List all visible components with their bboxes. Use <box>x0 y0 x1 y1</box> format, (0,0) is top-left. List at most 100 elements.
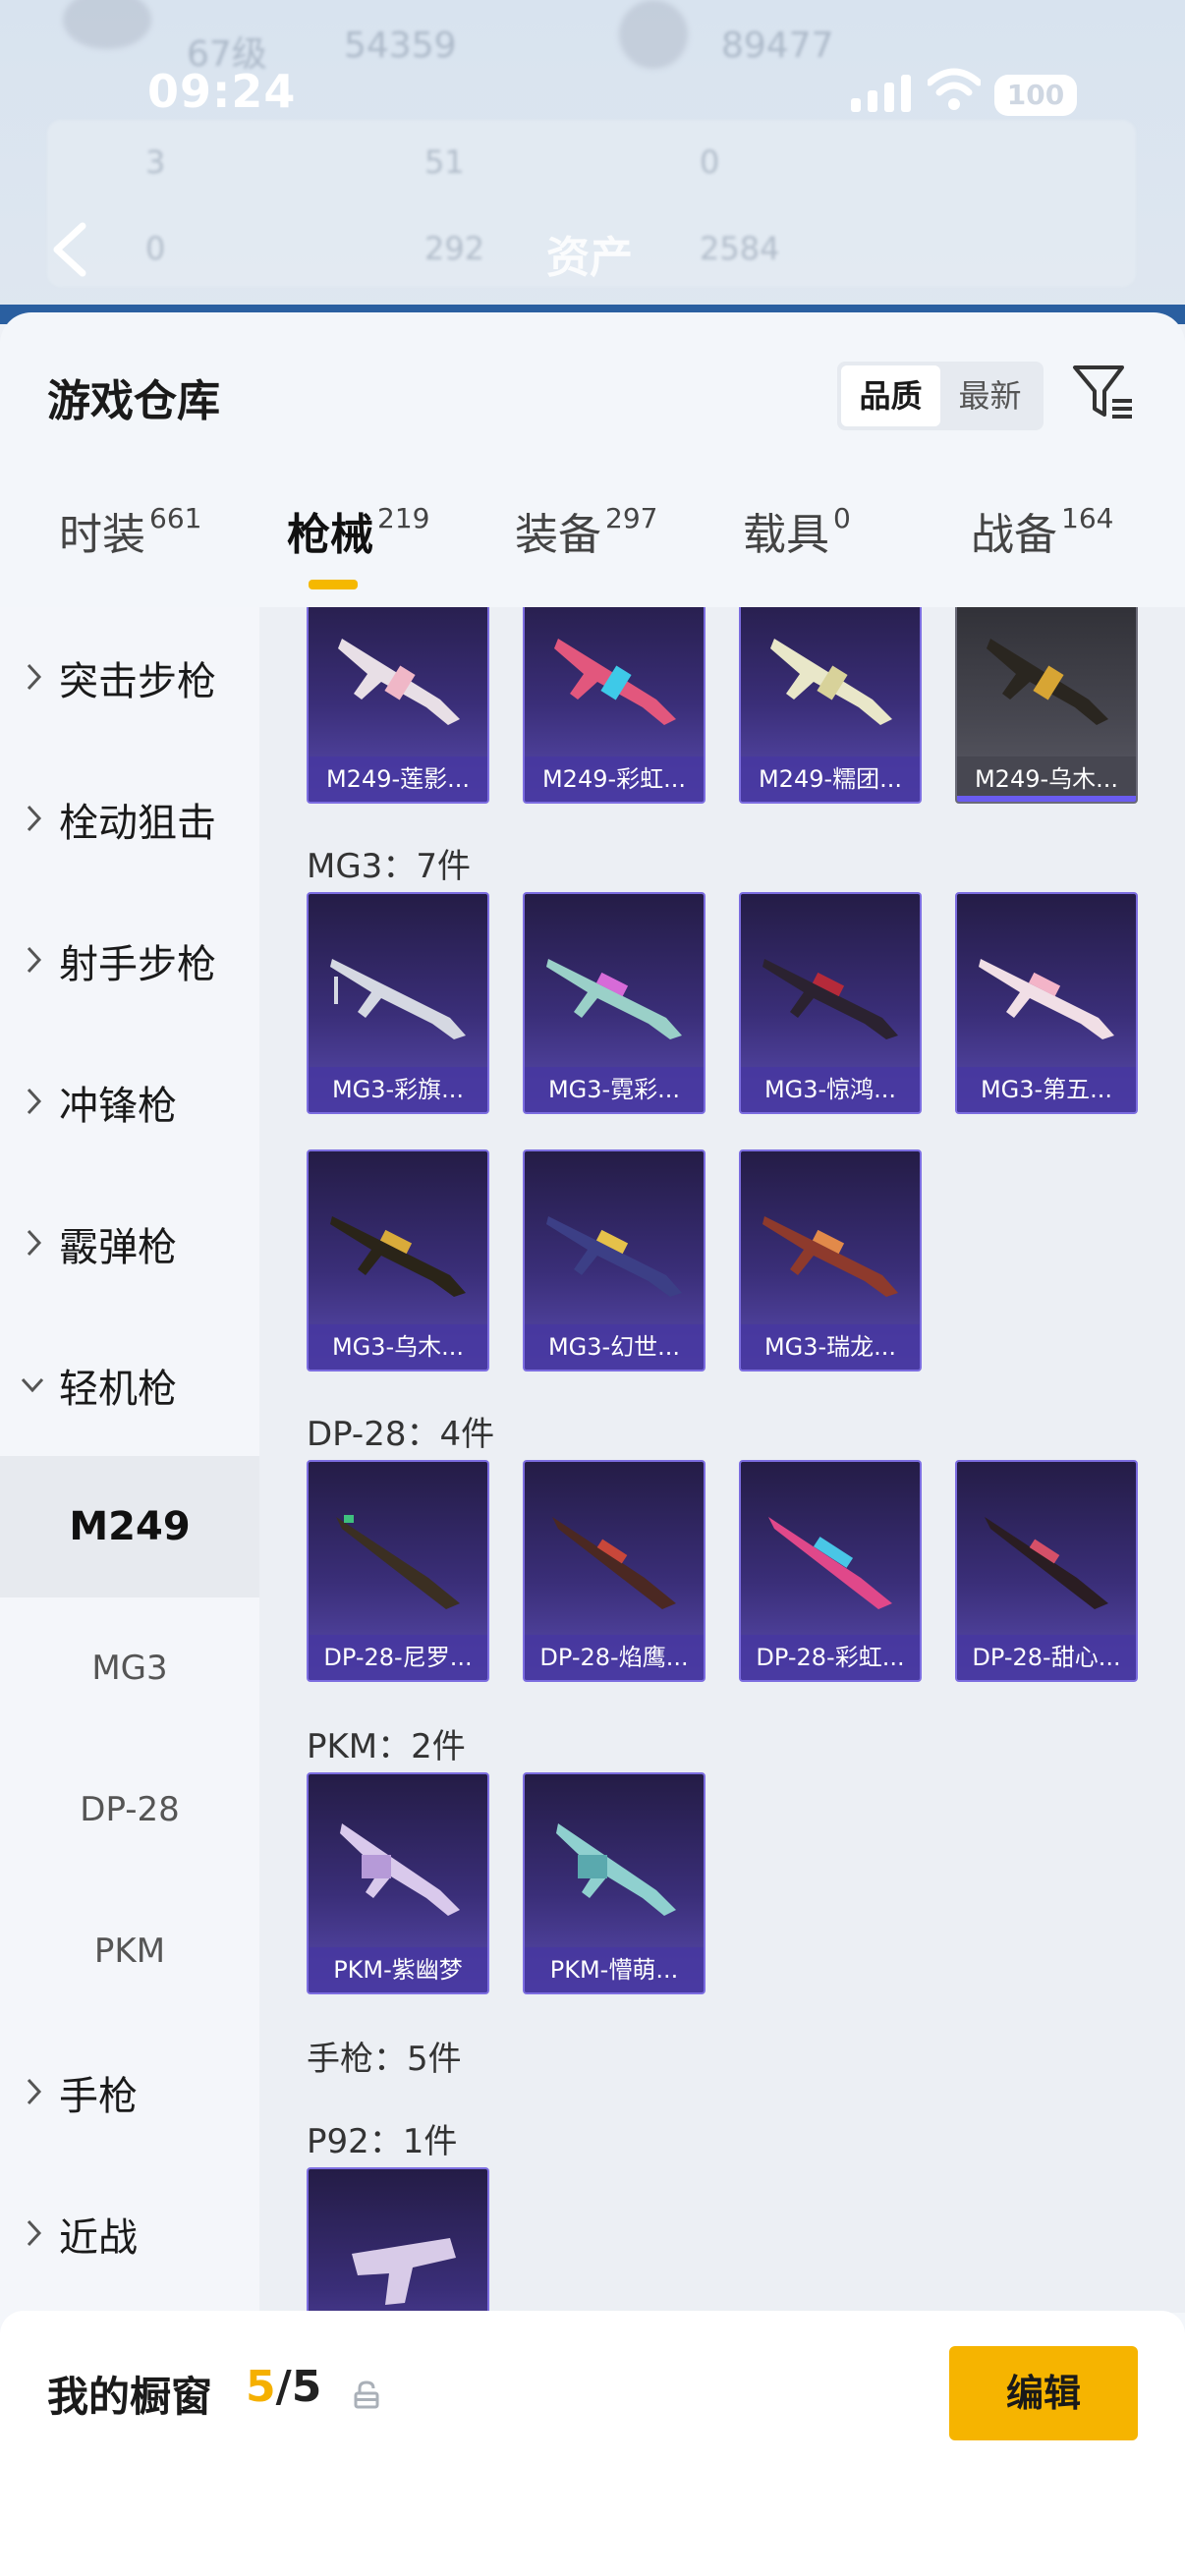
sidebar-item-assault-rifle[interactable]: 突击步枪 <box>0 607 259 749</box>
tab-equipment[interactable]: 装备 297 <box>515 499 657 562</box>
trophy-ghost <box>619 0 688 69</box>
stat-value: 3 <box>145 143 166 181</box>
lmg-icon <box>556 1823 676 1916</box>
skin-card[interactable]: MG3-幻世... <box>523 1149 705 1372</box>
sidebar-item-pistol[interactable]: 手枪 <box>0 2022 259 2163</box>
skin-name: MG3-彩旗... <box>309 1067 487 1112</box>
skin-card[interactable]: PKM-紫幽梦 <box>307 1772 489 1994</box>
sidebar-item-marksman-rifle[interactable]: 射手步枪 <box>0 890 259 1032</box>
section-header-dp28: DP-28：4件 <box>307 1415 495 1454</box>
lock-icon <box>354 2380 379 2409</box>
skin-name: DP-28-甜心... <box>957 1635 1136 1680</box>
skin-card[interactable]: PKM-懵萌... <box>523 1772 705 1994</box>
sort-latest-button[interactable]: 最新 <box>940 365 1040 426</box>
skin-card[interactable]: DP-28-彩虹... <box>739 1460 922 1682</box>
sidebar-item-shotgun[interactable]: 霰弹枪 <box>0 1173 259 1315</box>
sidebar-sub-m249[interactable]: M249 <box>0 1456 259 1597</box>
avatar-ghost <box>63 0 151 49</box>
tab-vehicles[interactable]: 载具 0 <box>743 499 851 562</box>
sidebar-item-lmg[interactable]: 轻机枪 <box>0 1315 259 1456</box>
page-title: 游戏仓库 <box>47 376 220 426</box>
sidebar-item-label: 冲锋枪 <box>59 1084 177 1129</box>
section-header-pistol: 手枪：5件 <box>307 2040 462 2079</box>
sidebar-sub-mg3[interactable]: MG3 <box>0 1597 259 1739</box>
active-tab-indicator <box>309 580 358 589</box>
skin-card[interactable] <box>307 2167 489 2313</box>
skin-card[interactable]: MG3-彩旗... <box>307 892 489 1114</box>
sidebar-item-melee[interactable]: 近战 <box>0 2163 259 2305</box>
lmg-icon <box>546 959 682 1039</box>
stat-value: 0 <box>700 143 720 181</box>
sort-toggle: 品质 最新 <box>837 362 1044 430</box>
skin-card[interactable]: M249-糯团... <box>739 607 922 804</box>
skin-card[interactable]: DP-28-焰鹰... <box>523 1460 705 1682</box>
showcase-bar: 我的橱窗 5/5 编辑 <box>0 2311 1185 2576</box>
tab-firearms[interactable]: 枪械 219 <box>287 499 429 562</box>
sort-quality-button[interactable]: 品质 <box>841 365 940 426</box>
sidebar-item-label: 轻机枪 <box>59 1367 177 1412</box>
skin-card[interactable]: M249-彩虹... <box>523 607 705 804</box>
tab-supplies[interactable]: 战备 164 <box>971 499 1113 562</box>
sidebar-item-smg[interactable]: 冲锋枪 <box>0 1032 259 1173</box>
tab-label: 载具 <box>743 510 829 560</box>
skin-card[interactable]: MG3-霓彩... <box>523 892 705 1114</box>
lmg-icon <box>985 1517 1108 1609</box>
warehouse-sheet: 游戏仓库 品质 最新 时装 661 枪械 219 装备 297 载具 0 战备 164 突… <box>0 312 1185 2576</box>
skin-name: MG3-惊鸿... <box>741 1067 920 1112</box>
tab-count: 164 <box>1061 502 1114 534</box>
lmg-icon <box>554 639 676 725</box>
lmg-icon <box>762 1216 898 1297</box>
skin-card[interactable]: DP-28-尼罗... <box>307 1460 489 1682</box>
tab-label: 枪械 <box>287 510 373 560</box>
back-icon[interactable] <box>47 220 94 279</box>
filter-icon[interactable] <box>1071 360 1136 424</box>
lmg-icon <box>330 1216 466 1297</box>
showcase-count: 5/5 <box>246 2362 321 2412</box>
skin-card[interactable]: DP-28-甜心... <box>955 1460 1138 1682</box>
sidebar-item-bolt-sniper[interactable]: 栓动狙击 <box>0 749 259 890</box>
lmg-icon <box>987 639 1108 725</box>
sidebar-item-label: 栓动狙击 <box>59 801 216 846</box>
skin-name: M249-彩虹... <box>525 756 704 802</box>
chevron-right-icon <box>27 805 42 832</box>
skin-name: MG3-霓彩... <box>525 1067 704 1112</box>
skin-card[interactable]: M249-乌木... <box>955 607 1138 804</box>
edit-button[interactable]: 编辑 <box>949 2346 1138 2440</box>
skin-card[interactable]: MG3-乌木... <box>307 1149 489 1372</box>
lmg-icon <box>768 1517 892 1609</box>
sidebar-item-label: 突击步枪 <box>59 659 216 704</box>
lmg-icon <box>979 959 1114 1039</box>
skin-name: DP-28-焰鹰... <box>525 1635 704 1680</box>
showcase-total: /5 <box>275 2362 322 2412</box>
chevron-right-icon <box>27 1088 42 1115</box>
chevron-right-icon <box>27 2078 42 2105</box>
skin-card[interactable]: MG3-瑞龙... <box>739 1149 922 1372</box>
lmg-icon <box>552 1517 676 1609</box>
stat-value: 292 <box>424 230 485 267</box>
tab-count: 0 <box>833 502 851 534</box>
section-header-pkm: PKM：2件 <box>307 1727 466 1766</box>
sidebar-sub-pkm[interactable]: PKM <box>0 1880 259 2022</box>
sidebar-item-label: 手枪 <box>59 2074 138 2119</box>
lmg-icon <box>546 1216 682 1297</box>
chevron-right-icon <box>27 946 42 974</box>
skin-card[interactable]: MG3-惊鸿... <box>739 892 922 1114</box>
sidebar-item-label: 霰弹枪 <box>59 1225 177 1270</box>
skin-name: DP-28-尼罗... <box>309 1635 487 1680</box>
tab-count: 219 <box>377 502 430 534</box>
signal-icon <box>851 73 911 112</box>
chevron-down-icon <box>21 1377 44 1393</box>
lmg-icon <box>770 639 892 725</box>
skin-card[interactable]: MG3-第五... <box>955 892 1138 1114</box>
coins-text: 54359 <box>344 26 457 66</box>
skin-card[interactable]: M249-莲影... <box>307 607 489 804</box>
sidebar-sub-dp28[interactable]: DP-28 <box>0 1739 259 1880</box>
tab-label: 装备 <box>515 510 601 560</box>
chevron-right-icon <box>27 663 42 691</box>
tab-label: 战备 <box>971 510 1057 560</box>
tab-label: 时装 <box>59 510 145 560</box>
chevron-right-icon <box>27 2219 42 2247</box>
lmg-icon <box>762 959 898 1039</box>
tab-fashion[interactable]: 时装 661 <box>59 499 201 562</box>
lmg-icon <box>330 959 466 1039</box>
